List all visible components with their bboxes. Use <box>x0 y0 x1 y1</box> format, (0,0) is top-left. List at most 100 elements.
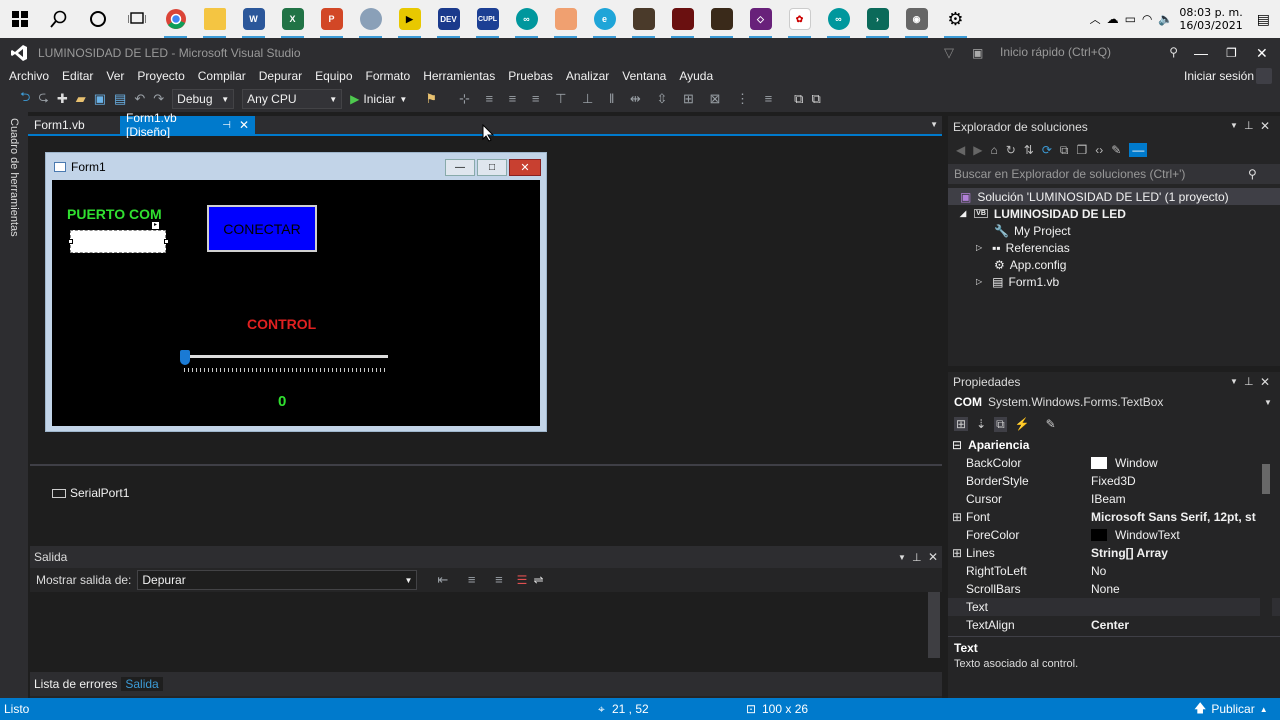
clock[interactable]: 08:03 p. m. 16/03/2021 <box>1179 6 1242 32</box>
clear-all-icon[interactable]: ☰ <box>517 573 528 587</box>
sync-icon[interactable]: ⇅ <box>1024 143 1034 157</box>
file-explorer-icon[interactable] <box>195 0 234 38</box>
tab-error-list[interactable]: Lista de errores <box>30 677 121 691</box>
filter-icon[interactable]: ▽ <box>944 45 954 61</box>
output-source-dropdown[interactable]: Depurar ▼ <box>137 570 418 590</box>
visual-studio-icon[interactable]: ◇ <box>741 0 780 38</box>
word-icon[interactable]: W <box>234 0 273 38</box>
battery-icon[interactable]: ▭ <box>1125 12 1136 26</box>
smart-tag-icon[interactable]: ▸ <box>151 221 160 230</box>
save-icon[interactable]: ▣ <box>94 91 106 107</box>
collapsed-icon[interactable]: ▷ <box>976 277 982 286</box>
menu-equipo[interactable]: Equipo <box>315 69 352 83</box>
chevron-down-icon[interactable]: ▼ <box>898 553 906 562</box>
task-view-icon[interactable] <box>117 0 156 38</box>
maximize-button[interactable]: ❐ <box>1226 46 1237 60</box>
property-row[interactable]: RightToLeft No <box>948 562 1280 580</box>
menu-ver[interactable]: Ver <box>106 69 124 83</box>
redo-icon[interactable]: ↷ <box>153 91 164 107</box>
history-icon[interactable]: ↻ <box>1006 143 1016 157</box>
form-minimize-button[interactable]: — <box>445 159 475 176</box>
align-tools-icon[interactable]: ⊹ ≡ ≡ ≡ ⊤ ⊥ ‖ ⇹ ⇳ ⊞ ⊠ ⋮ ≡ <box>459 91 778 107</box>
property-row[interactable]: Cursor IBeam <box>948 490 1280 508</box>
trackbar-thumb[interactable] <box>180 350 190 365</box>
copy-icon[interactable]: ❐ <box>1076 143 1087 157</box>
close-icon[interactable]: ✕ <box>928 550 938 564</box>
close-icon[interactable]: ✕ <box>1260 119 1270 133</box>
form-maximize-button[interactable]: □ <box>477 159 507 176</box>
arduino-icon[interactable]: ∞ <box>507 0 546 38</box>
tree-item-project[interactable]: ◢ VB LUMINOSIDAD DE LED <box>948 205 1280 222</box>
properties-icon[interactable]: ✎ <box>1111 143 1121 157</box>
toolbox-tab[interactable]: Cuadro de herramientas <box>8 118 20 237</box>
menu-depurar[interactable]: Depurar <box>259 69 302 83</box>
pin-icon[interactable]: ⊣ <box>222 120 231 131</box>
powerpoint-icon[interactable]: P <box>312 0 351 38</box>
tab-form1-code[interactable]: Form1.vb <box>28 116 120 134</box>
close-button[interactable]: ✕ <box>1256 45 1268 62</box>
property-pages-icon[interactable]: ✎ <box>1046 417 1056 431</box>
property-row[interactable]: TextAlign Center <box>948 616 1280 634</box>
conectar-button[interactable]: CONECTAR <box>207 205 317 252</box>
property-row-selected[interactable]: Text <box>948 598 1280 616</box>
excel-icon[interactable]: X <box>273 0 312 38</box>
expand-icon[interactable]: ⊞ <box>952 510 962 524</box>
menu-compilar[interactable]: Compilar <box>198 69 246 83</box>
scroll-thumb[interactable] <box>1262 464 1270 494</box>
com-textbox[interactable] <box>70 230 166 253</box>
menu-ayuda[interactable]: Ayuda <box>679 69 713 83</box>
edge-icon[interactable]: e <box>585 0 624 38</box>
search-icon[interactable] <box>39 0 78 38</box>
pin-icon[interactable]: ⊥ <box>1244 119 1254 132</box>
quick-launch-input[interactable]: Inicio rápido (Ctrl+Q) ⚲ <box>994 42 1184 62</box>
tab-form1-design[interactable]: Form1.vb [Diseño] ⊣ ✕ <box>120 111 255 139</box>
selection-handle[interactable] <box>164 239 169 244</box>
layout-icon[interactable]: ⧉ <box>794 91 803 107</box>
alphabetical-icon[interactable]: ⇣ <box>976 417 986 431</box>
tab-overflow-icon[interactable]: ▼ <box>930 120 938 129</box>
bug-app-icon[interactable] <box>351 0 390 38</box>
cortana-icon[interactable] <box>78 0 117 38</box>
expand-icon[interactable]: ⊞ <box>952 546 962 560</box>
refresh-icon[interactable]: ⟳ <box>1042 143 1052 157</box>
solution-search-input[interactable]: Buscar en Explorador de soluciones (Ctrl… <box>948 164 1280 184</box>
forward-icon[interactable]: ⮎ <box>38 88 48 110</box>
tree-item-my-project[interactable]: 🔧 My Project <box>948 222 1280 239</box>
property-row[interactable]: BackColor Window <box>948 454 1280 472</box>
menu-herramientas[interactable]: Herramientas <box>423 69 495 83</box>
menu-formato[interactable]: Formato <box>366 69 411 83</box>
tree-item-app-config[interactable]: ⚙ App.config <box>948 256 1280 273</box>
property-row[interactable]: BorderStyle Fixed3D <box>948 472 1280 490</box>
serialport-component[interactable]: SerialPort1 <box>52 486 129 500</box>
menu-editar[interactable]: Editar <box>62 69 93 83</box>
collapsed-icon[interactable]: ▷ <box>976 243 982 252</box>
tab-output[interactable]: Salida <box>121 677 163 691</box>
tree-item-form1[interactable]: ▷ ▤ Form1.vb <box>948 273 1280 290</box>
object-selector[interactable]: COM System.Windows.Forms.TextBox ▼ <box>948 392 1280 412</box>
publish-button[interactable]: 🡅 Publicar ▲ <box>1194 699 1268 720</box>
feedback-icon[interactable]: ▣ <box>972 46 983 60</box>
tree-item-references[interactable]: ▷ ▪▪ Referencias <box>948 239 1280 256</box>
categorized-icon[interactable]: ⊞ <box>954 417 969 431</box>
new-project-icon[interactable]: ✚ <box>57 91 68 107</box>
chrome-icon[interactable] <box>156 0 195 38</box>
cloud-icon[interactable]: ☁ <box>1107 12 1119 26</box>
dev-cpp-icon[interactable]: DEV <box>429 0 468 38</box>
output-scrollbar[interactable] <box>928 592 940 658</box>
properties-scrollbar[interactable] <box>1260 442 1272 630</box>
word-wrap-icon[interactable]: ⇌ <box>533 573 543 587</box>
pin-icon[interactable]: ⊥ <box>1244 375 1254 388</box>
menu-proyecto[interactable]: Proyecto <box>137 69 184 83</box>
layout2-icon[interactable]: ⧉ <box>811 91 820 107</box>
events-icon[interactable]: ⚡ <box>1015 417 1030 431</box>
back-icon[interactable]: ⮌ <box>20 88 30 110</box>
expanded-icon[interactable]: ◢ <box>960 209 966 218</box>
platform-dropdown[interactable]: Any CPU ▼ <box>242 89 343 109</box>
pin-icon[interactable]: ⊥ <box>912 551 922 564</box>
windows-start-icon[interactable] <box>0 0 39 38</box>
minimize-button[interactable]: — <box>1194 45 1208 61</box>
start-button[interactable]: ▶ Iniciar ▼ <box>350 92 407 106</box>
attach-icon[interactable]: ⚑ <box>425 91 437 107</box>
collapse-icon[interactable]: ⧉ <box>1060 143 1069 158</box>
volume-icon[interactable]: 🔈 <box>1158 12 1173 26</box>
